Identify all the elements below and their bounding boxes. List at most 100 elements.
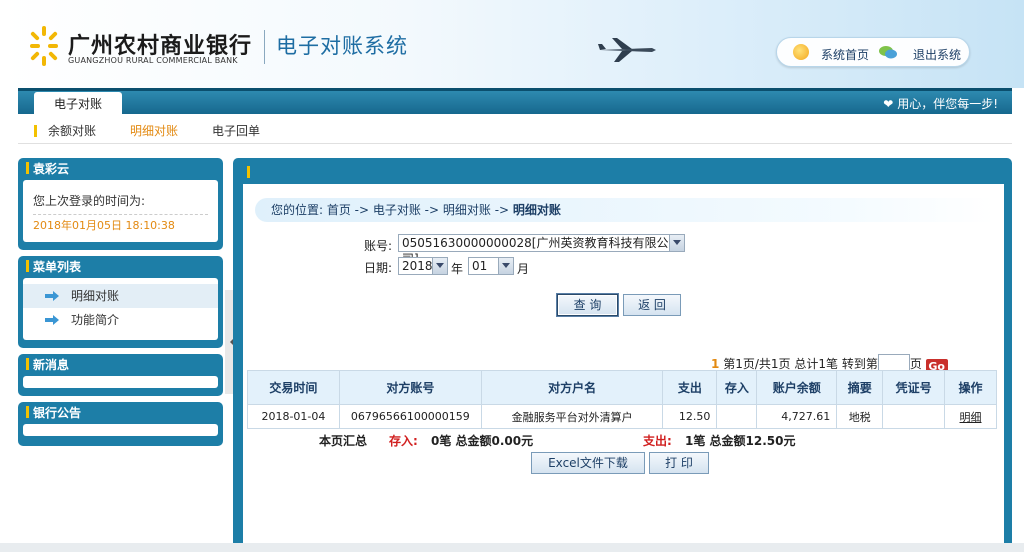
- chevron-down-icon[interactable]: [498, 258, 513, 274]
- slogan-text: 用心，伴您每一步!: [897, 97, 998, 111]
- last-login-time: 2018年01月05日 18:10:38: [33, 214, 208, 233]
- chevron-down-icon[interactable]: [669, 235, 684, 251]
- cell-action: 明细: [944, 404, 997, 429]
- col-expense: 支出: [662, 370, 718, 405]
- subnav-balance-reconciliation[interactable]: 余额对账: [48, 122, 96, 139]
- home-icon[interactable]: [793, 44, 809, 60]
- logo-divider: [264, 30, 265, 64]
- sidebar-collapse-handle[interactable]: [225, 290, 234, 394]
- menu-item-label: 明细对账: [71, 289, 120, 303]
- breadcrumb-path: 您的位置: 首页 -> 电子对账 -> 明细对账 ->: [271, 203, 513, 217]
- pager-page-info: 第1页/共1页: [723, 357, 791, 371]
- summary-expense-label: 支出:: [643, 434, 672, 448]
- bottom-scrollbar[interactable]: [0, 543, 1024, 552]
- login-info: 您上次登录的时间为: 2018年01月05日 18:10:38: [23, 180, 218, 242]
- system-title: 电子对账系统: [276, 34, 408, 58]
- exit-icon[interactable]: [879, 44, 897, 60]
- user-name: 袁彩云: [33, 162, 70, 176]
- cell-voucher-no: [882, 404, 946, 429]
- notice-title: 银行公告: [33, 406, 82, 420]
- pager-goto-label: 转到第: [841, 357, 878, 371]
- cell-deposit: [716, 404, 758, 429]
- account-select[interactable]: 05051630000000028[广州英资教育科技有限公司]: [398, 234, 685, 266]
- col-summary: 摘要: [836, 370, 884, 405]
- bank-logo-icon: [30, 26, 58, 66]
- notice-panel: 银行公告: [18, 402, 223, 446]
- cell-summary: 地税: [836, 404, 884, 429]
- summary-deposit-label: 存入:: [389, 434, 418, 448]
- top-links: 系统首页 退出系统: [776, 37, 970, 67]
- news-body: [23, 376, 218, 388]
- exit-system-link[interactable]: 退出系统: [913, 46, 961, 63]
- pager-current: 1: [711, 357, 720, 371]
- menu-panel-head: 菜单列表: [18, 256, 223, 278]
- sub-nav: 余额对账 明细对账 电子回单: [18, 114, 1012, 144]
- system-home-link[interactable]: 系统首页: [821, 46, 869, 63]
- month-value: 01: [472, 259, 488, 273]
- summary-deposit-detail: 0笔 总金额0.00元: [431, 434, 534, 448]
- menu-list: 明细对账 功能简介: [23, 278, 218, 340]
- content-area: 您的位置: 首页 -> 电子对账 -> 明细对账 -> 明细对账 账号: 050…: [243, 184, 1004, 552]
- print-button[interactable]: 打 印: [649, 452, 709, 474]
- menu-title: 菜单列表: [33, 260, 82, 274]
- header: 广州农村商业银行 GUANGZHOU RURAL COMMERCIAL BANK…: [0, 0, 1024, 88]
- main-marker: [247, 166, 250, 178]
- breadcrumb-current: 明细对账: [512, 203, 561, 217]
- arrow-right-icon: [45, 291, 59, 301]
- summary-expense-detail: 1笔 总金额12.50元: [685, 434, 796, 448]
- menu-item-detail-reconciliation[interactable]: 明细对账: [23, 284, 218, 308]
- account-label: 账号:: [364, 239, 393, 253]
- detail-link[interactable]: 明细: [960, 411, 982, 424]
- col-voucher-no: 凭证号: [882, 370, 946, 405]
- cell-expense: 12.50: [662, 404, 718, 429]
- main-nav: 电子对账 ❤ 用心，伴您每一步!: [18, 88, 1012, 117]
- bank-name-en: GUANGZHOU RURAL COMMERCIAL BANK: [68, 56, 238, 65]
- col-counterparty-account: 对方账号: [338, 370, 482, 405]
- notice-body: [23, 424, 218, 436]
- excel-download-button[interactable]: Excel文件下载: [531, 452, 645, 474]
- date-label: 日期:: [364, 261, 393, 275]
- col-counterparty-name: 对方户名: [480, 370, 664, 405]
- cell-balance: 4,727.61: [756, 404, 838, 429]
- cell-counterparty-account: 06796566100000159: [338, 404, 482, 429]
- heart-icon: ❤: [883, 97, 894, 111]
- news-panel: 新消息: [18, 354, 223, 396]
- transaction-table: 交易时间 对方账号 对方户名 支出 存入 账户余额 摘要 凭证号 操作 2018…: [247, 370, 997, 429]
- breadcrumb: 您的位置: 首页 -> 电子对账 -> 明细对账 -> 明细对账: [255, 198, 995, 222]
- cell-transaction-time: 2018-01-04: [247, 404, 340, 429]
- last-login-label: 您上次登录的时间为:: [33, 194, 146, 208]
- col-transaction-time: 交易时间: [247, 370, 340, 405]
- back-button[interactable]: 返 回: [623, 294, 681, 316]
- airplane-icon: [598, 38, 656, 62]
- summary-label: 本页汇总: [319, 434, 368, 448]
- arrow-right-icon: [45, 315, 59, 325]
- menu-item-feature-intro[interactable]: 功能简介: [23, 308, 218, 332]
- year-select[interactable]: 2018: [398, 257, 448, 275]
- table-header-row: 交易时间 对方账号 对方户名 支出 存入 账户余额 摘要 凭证号 操作: [247, 370, 997, 405]
- pager-goto-unit: 页: [909, 357, 922, 371]
- month-unit: 月: [517, 262, 530, 276]
- notice-panel-head: 银行公告: [18, 402, 223, 424]
- subnav-e-receipt[interactable]: 电子回单: [212, 122, 260, 139]
- cell-counterparty-name: 金融服务平台对外清算户: [480, 404, 664, 429]
- news-title: 新消息: [33, 358, 70, 372]
- col-balance: 账户余额: [756, 370, 838, 405]
- table-row: 2018-01-04 06796566100000159 金融服务平台对外清算户…: [247, 404, 997, 429]
- month-select[interactable]: 01: [468, 257, 514, 275]
- menu-item-label: 功能简介: [71, 313, 120, 327]
- chevron-down-icon[interactable]: [432, 258, 447, 274]
- year-unit: 年: [451, 262, 464, 276]
- main-frame: 您的位置: 首页 -> 电子对账 -> 明细对账 -> 明细对账 账号: 050…: [233, 158, 1012, 552]
- pager-total: 总计1笔: [794, 357, 838, 371]
- year-value: 2018: [402, 259, 433, 273]
- subnav-marker: [34, 125, 37, 137]
- col-deposit: 存入: [716, 370, 758, 405]
- news-panel-head: 新消息: [18, 354, 223, 376]
- query-button[interactable]: 查 询: [557, 294, 618, 316]
- menu-panel: 菜单列表 明细对账 功能简介: [18, 256, 223, 348]
- page-summary: 本页汇总 存入: 0笔 总金额0.00元 支出: 1笔 总金额12.50元: [243, 432, 1004, 452]
- user-panel: 袁彩云 您上次登录的时间为: 2018年01月05日 18:10:38: [18, 158, 223, 250]
- user-panel-head: 袁彩云: [18, 158, 223, 180]
- col-action: 操作: [944, 370, 997, 405]
- subnav-detail-reconciliation[interactable]: 明细对账: [130, 122, 178, 139]
